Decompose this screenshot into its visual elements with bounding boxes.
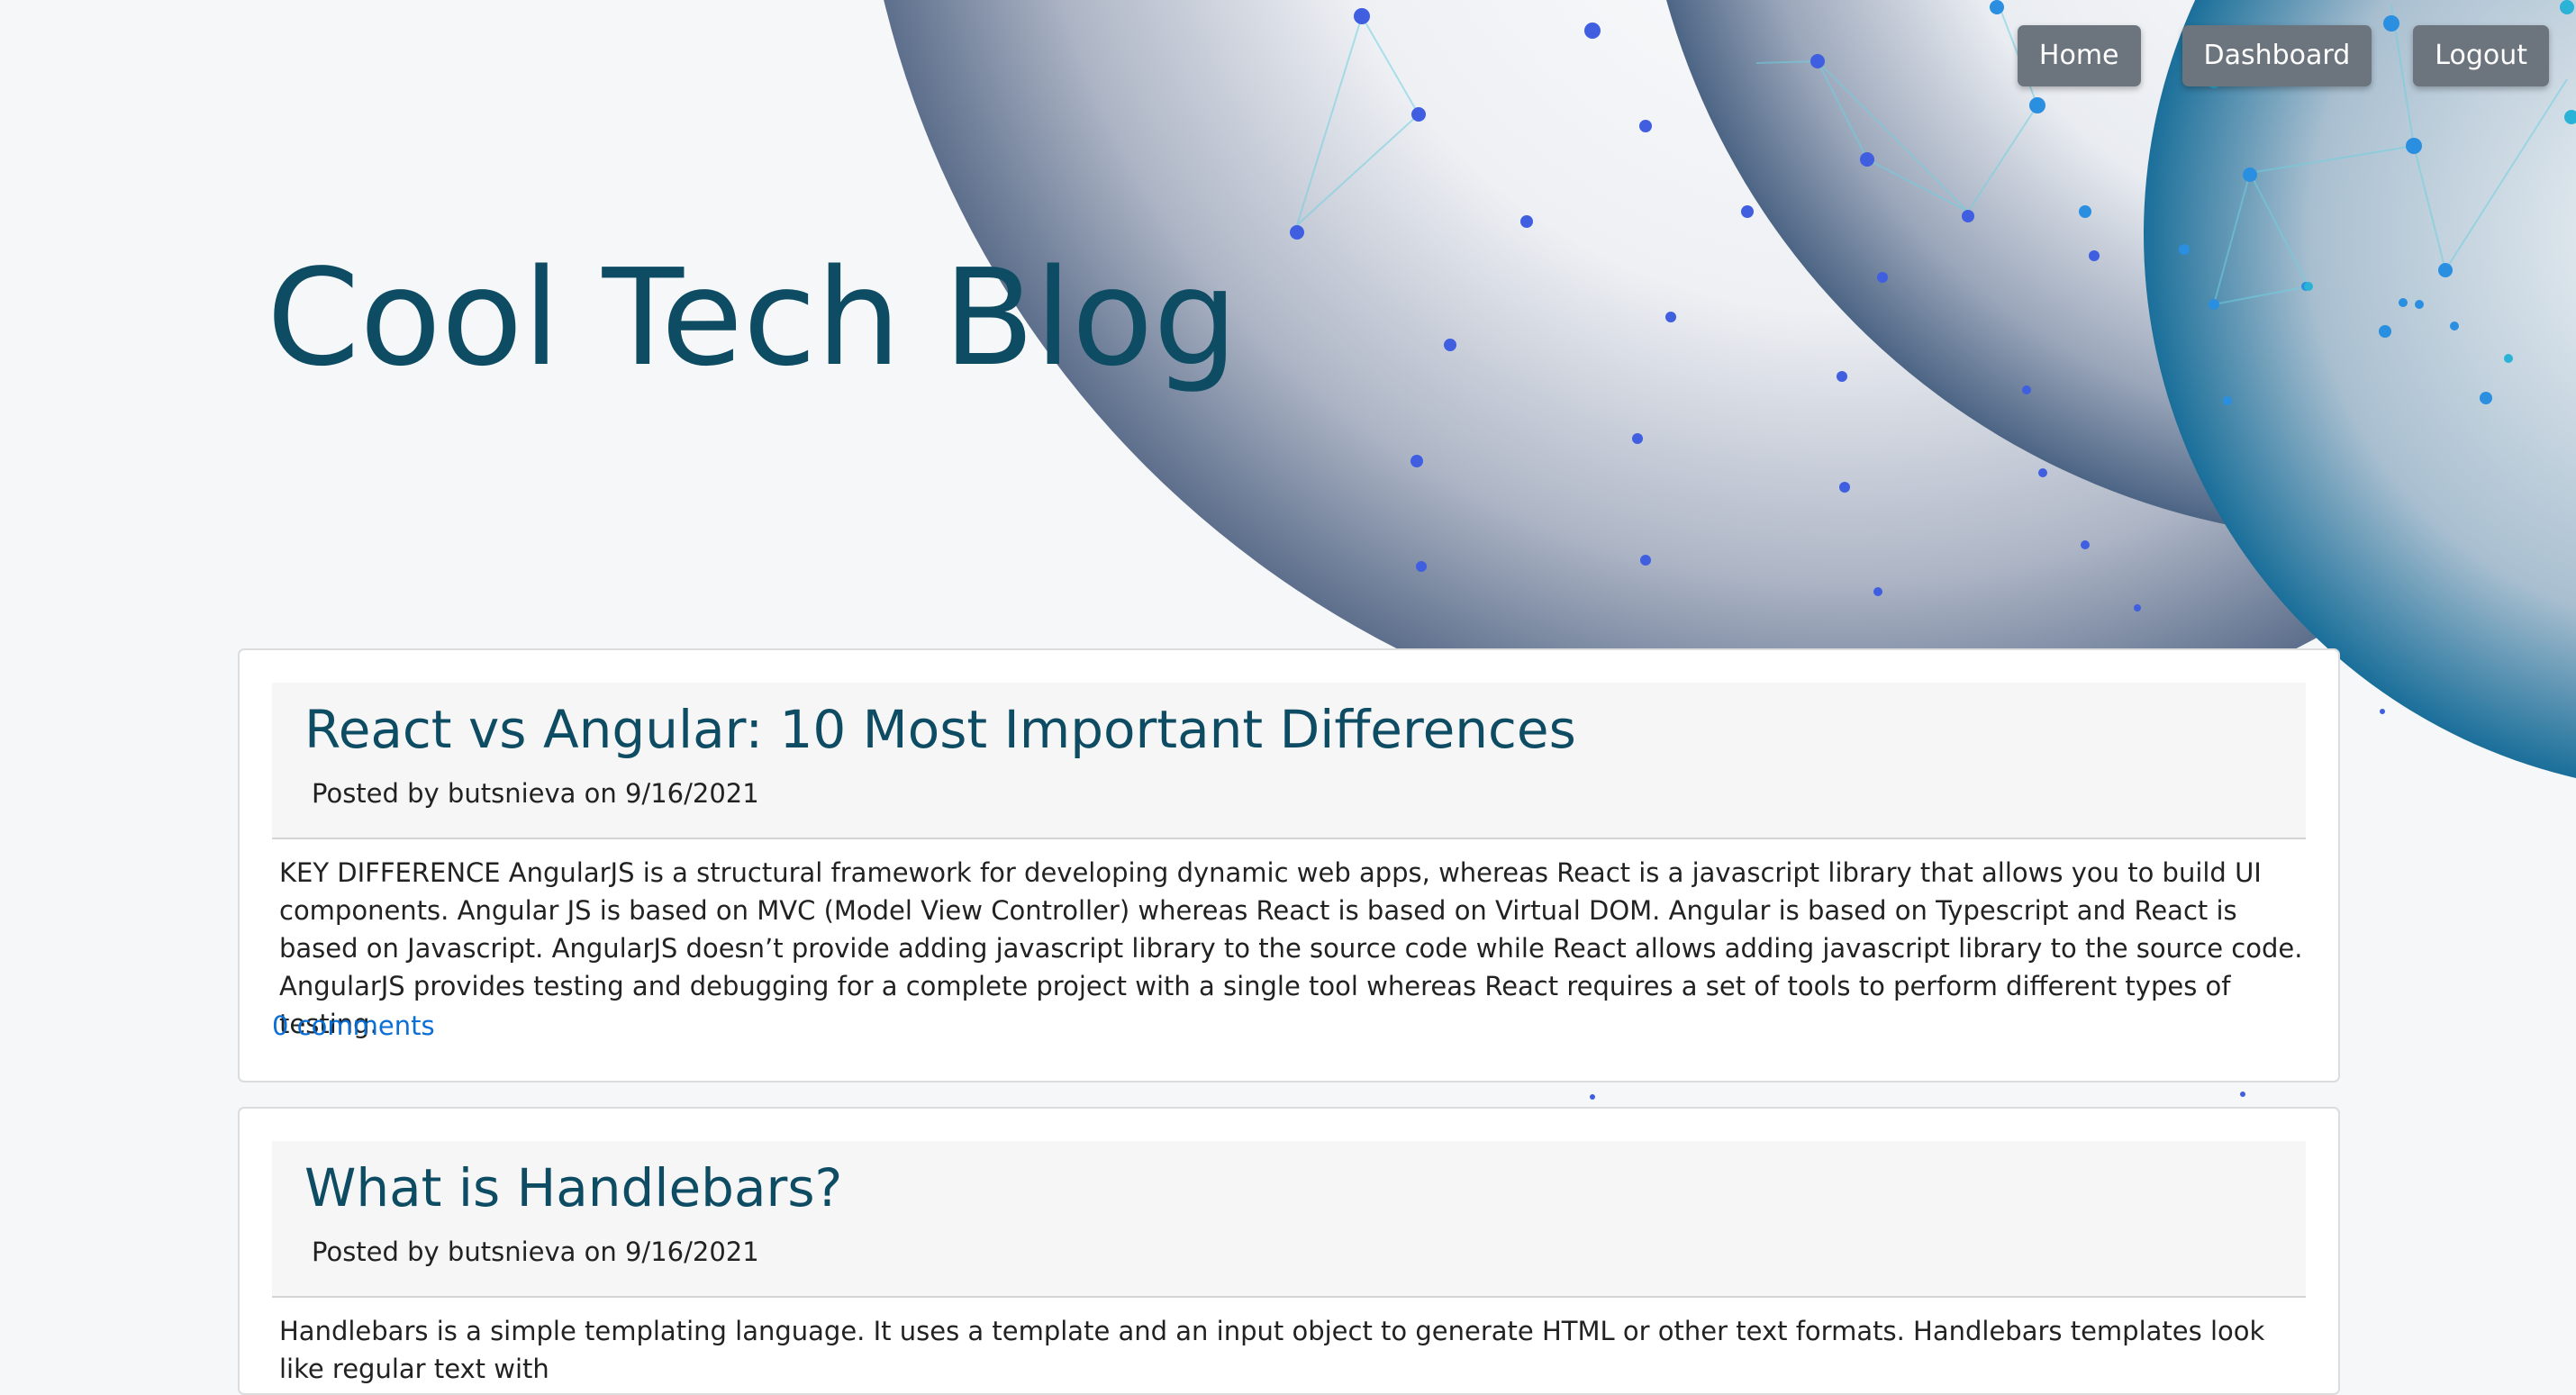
comments-link[interactable]: 0 comments — [272, 1010, 435, 1041]
post-card: What is Handlebars? Posted by butsnieva … — [238, 1107, 2340, 1395]
post-title[interactable]: React vs Angular: 10 Most Important Diff… — [304, 699, 1576, 760]
post-card: React vs Angular: 10 Most Important Diff… — [238, 648, 2340, 1082]
post-header: What is Handlebars? Posted by butsnieva … — [272, 1141, 2306, 1298]
top-nav: Home Dashboard Logout — [2017, 25, 2549, 86]
home-button[interactable]: Home — [2017, 25, 2141, 86]
post-body: KEY DIFFERENCE AngularJS is a structural… — [279, 857, 2303, 1039]
post-header: React vs Angular: 10 Most Important Diff… — [272, 683, 2306, 839]
post-meta: Posted by butsnieva on 9/16/2021 — [312, 778, 759, 809]
logout-button[interactable]: Logout — [2413, 25, 2549, 86]
post-meta: Posted by butsnieva on 9/16/2021 — [312, 1236, 759, 1267]
post-body: Handlebars is a simple templating langua… — [279, 1316, 2265, 1384]
post-title[interactable]: What is Handlebars? — [304, 1157, 842, 1218]
dashboard-button[interactable]: Dashboard — [2181, 25, 2372, 86]
page-title: Cool Tech Blog — [267, 240, 1238, 395]
